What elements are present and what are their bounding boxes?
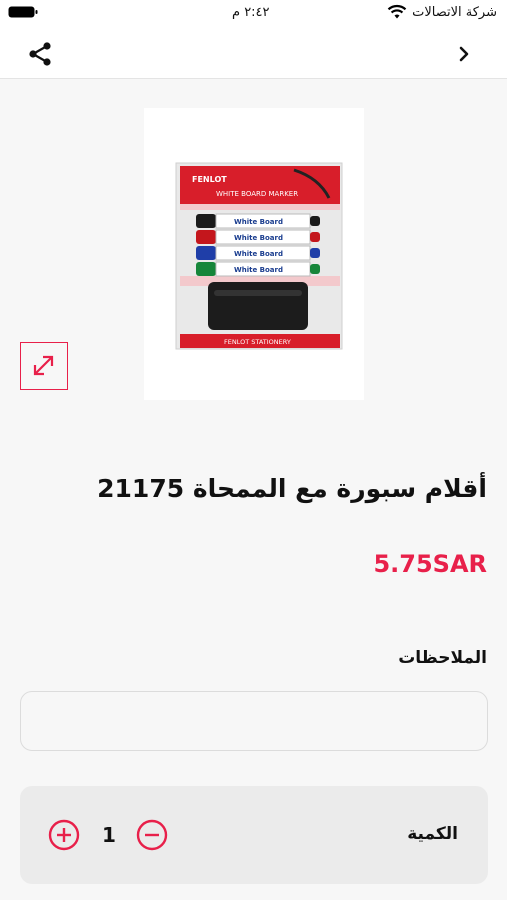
- expand-image-button[interactable]: [20, 342, 68, 390]
- quantity-panel: الكمية 1: [20, 786, 488, 884]
- minus-circle-icon[interactable]: [136, 819, 168, 851]
- status-time: ٢:٤٢ م: [232, 5, 270, 20]
- pack-footer-text: FENLOT STATIONERY: [224, 338, 291, 346]
- marker-label-4: White Board: [234, 266, 283, 274]
- product-title: أقلام سبورة مع الممحاة 21175: [97, 474, 487, 503]
- share-icon[interactable]: [26, 40, 54, 68]
- marker-label-2: White Board: [234, 234, 283, 242]
- marker-label-3: White Board: [234, 250, 283, 258]
- quantity-label: الكمية: [407, 824, 458, 844]
- status-bar: ٢:٤٢ م شركة الاتصالات: [0, 0, 507, 30]
- nav-bar: [0, 30, 507, 79]
- product-price: 5.75SAR: [373, 550, 487, 578]
- notes-label: الملاحظات: [398, 648, 487, 668]
- marker-label-1: White Board: [234, 218, 283, 226]
- wifi-icon: [387, 4, 407, 19]
- quantity-value: 1: [102, 823, 116, 847]
- carrier-name: شركة الاتصالات: [412, 5, 497, 20]
- pack-header-text: WHITE BOARD MARKER: [216, 190, 298, 198]
- plus-circle-icon[interactable]: [48, 819, 80, 851]
- battery-icon: [8, 6, 38, 18]
- product-image: FENLOT WHITE BOARD MARKER White Board Wh…: [144, 108, 364, 400]
- brand-text: FENLOT: [192, 175, 227, 184]
- expand-arrows-icon: [33, 355, 54, 376]
- chevron-right-icon[interactable]: [452, 42, 476, 66]
- notes-input[interactable]: [20, 691, 488, 751]
- marker-pack-image: FENLOT WHITE BOARD MARKER White Board Wh…: [175, 162, 343, 350]
